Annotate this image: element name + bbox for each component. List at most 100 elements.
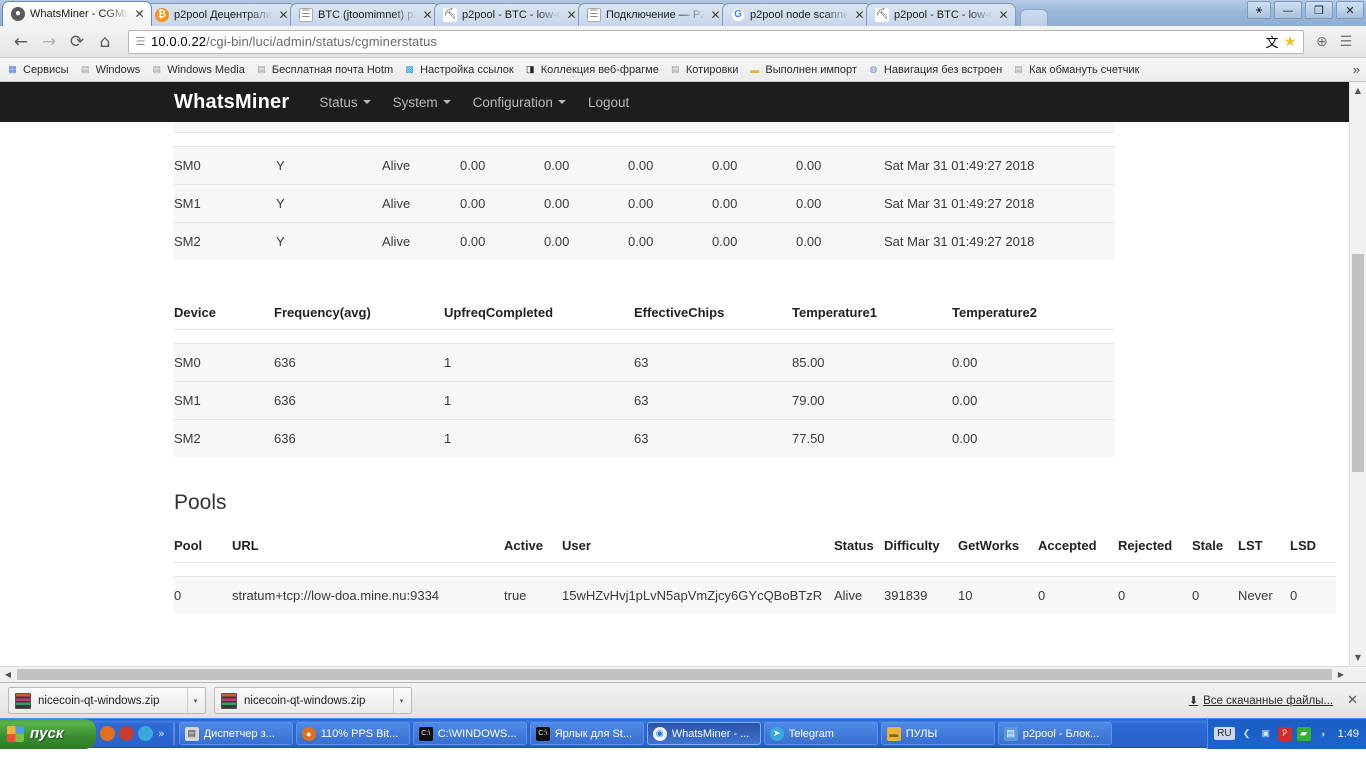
address-bar[interactable]: ☰ 10.0.0.22/cgi-bin/luci/admin/status/cg… bbox=[128, 29, 1304, 54]
tab-close-icon[interactable]: ✕ bbox=[853, 8, 866, 22]
taskbar-item-cmd-windows[interactable]: C:\ C:\WINDOWS... bbox=[412, 722, 527, 745]
taskbar-clock[interactable]: 1:49 bbox=[1338, 728, 1359, 740]
volume-icon[interactable]: ◑ bbox=[1316, 727, 1330, 741]
bookmark-windows[interactable]: ▤ Windows bbox=[79, 63, 140, 76]
bookmark-hotmail[interactable]: ▤ Бесплатная почта Hotm bbox=[255, 63, 393, 76]
download-menu-caret-icon[interactable]: ▾ bbox=[187, 688, 203, 713]
start-button[interactable]: пуск bbox=[0, 718, 96, 749]
close-download-shelf-icon[interactable]: ✕ bbox=[1347, 693, 1358, 708]
network-icon[interactable]: ▣ bbox=[1259, 727, 1273, 741]
bookmark-web-clips[interactable]: ◨ Коллекция веб-фрагме bbox=[524, 63, 659, 76]
tab-close-icon[interactable]: ✕ bbox=[133, 7, 146, 21]
home-button[interactable]: ⌂ bbox=[92, 29, 118, 55]
bookmark-star-icon[interactable]: ★ bbox=[1281, 33, 1299, 50]
nav-status[interactable]: Status bbox=[319, 95, 371, 110]
browser-tab-5[interactable]: G p2pool node scanner - ✕ bbox=[722, 3, 872, 26]
zip-file-icon bbox=[221, 692, 237, 709]
user-profile-button[interactable]: ⚹ bbox=[1247, 1, 1271, 19]
apps-grid-icon: ▦ bbox=[8, 64, 17, 74]
bookmark-windows-media[interactable]: ▤ Windows Media bbox=[150, 63, 244, 76]
browser-tab-1[interactable]: ₿ p2pool Децентрализов ✕ bbox=[146, 3, 296, 26]
show-hidden-icons-icon[interactable]: ❮ bbox=[1240, 727, 1254, 741]
tab-close-icon[interactable]: ✕ bbox=[421, 8, 434, 22]
firefox-quicklaunch-icon[interactable] bbox=[100, 726, 115, 741]
bookmark-import-done[interactable]: ▬ Выполнен импорт bbox=[748, 63, 857, 76]
browser-tab-6[interactable]: ⛏ p2pool - BTC - low-doa ✕ bbox=[866, 3, 1016, 26]
scroll-down-arrow-icon[interactable]: ▼ bbox=[1350, 649, 1366, 666]
tab-close-icon[interactable]: ✕ bbox=[565, 8, 578, 22]
show-all-downloads-link[interactable]: ⬇ Все скачанные файлы... bbox=[1189, 694, 1333, 707]
nav-configuration[interactable]: Configuration bbox=[473, 95, 566, 110]
scroll-right-arrow-icon[interactable]: ▶ bbox=[1333, 670, 1349, 679]
tab-close-icon[interactable]: ✕ bbox=[709, 8, 722, 22]
close-button[interactable]: ✕ bbox=[1336, 1, 1364, 19]
table-row[interactable]: SM0 636 1 63 85.00 0.00 bbox=[174, 342, 1114, 381]
bookmark-navigation[interactable]: ◍ Навигация без встроен bbox=[867, 63, 1002, 76]
scroll-left-arrow-icon[interactable]: ◀ bbox=[0, 670, 16, 679]
cell-lst: Never bbox=[1238, 575, 1290, 614]
browser-tab-3[interactable]: ⛏ p2pool - BTC - low-doa. ✕ bbox=[434, 3, 584, 26]
language-indicator[interactable]: RU bbox=[1214, 727, 1235, 740]
monitor-icon[interactable]: ▰ bbox=[1296, 726, 1311, 741]
horizontal-scroll-thumb[interactable] bbox=[17, 669, 1332, 680]
table-row[interactable]: SM1 636 1 63 79.00 0.00 bbox=[174, 380, 1114, 419]
cell-status: Alive bbox=[382, 183, 460, 222]
page-horizontal-scrollbar[interactable]: ◀ ▶ bbox=[0, 666, 1366, 682]
back-button[interactable]: ← bbox=[8, 29, 34, 55]
table-row[interactable]: SM2 636 1 63 77.50 0.00 bbox=[174, 418, 1114, 457]
telegram-quicklaunch-icon[interactable] bbox=[138, 726, 153, 741]
new-tab-button[interactable] bbox=[1020, 9, 1048, 26]
download-menu-caret-icon[interactable]: ▾ bbox=[393, 688, 409, 713]
minimize-button[interactable]: — bbox=[1274, 1, 1302, 19]
cell-difficulty: 391839 bbox=[884, 575, 958, 614]
cell-c4: 0.00 bbox=[712, 145, 796, 184]
table-row[interactable]: SM1 Y Alive 0.00 0.00 0.00 0.00 0.00 Sat… bbox=[174, 183, 1114, 222]
chrome-menu-icon[interactable]: ☰ bbox=[1334, 33, 1358, 50]
taskbar-item-whatsminer[interactable]: ◉ WhatsMiner - ... bbox=[646, 722, 761, 745]
taskbar-item-telegram[interactable]: ➤ Telegram bbox=[763, 722, 878, 745]
globe-icon[interactable]: ⊕ bbox=[1310, 33, 1334, 50]
nav-logout[interactable]: Logout bbox=[588, 95, 629, 110]
table-row[interactable]: SM0 Y Alive 0.00 0.00 0.00 0.00 0.00 Sat… bbox=[174, 145, 1114, 184]
page-vertical-scrollbar[interactable]: ▲ ▼ bbox=[1349, 82, 1366, 666]
site-brand[interactable]: WhatsMiner bbox=[174, 91, 289, 114]
translate-icon[interactable]: 文 bbox=[1263, 32, 1281, 51]
bookmark-apps[interactable]: ▦ Сервисы bbox=[6, 63, 68, 76]
browser-tab-4[interactable]: ☰ Подключение — P2PO ✕ bbox=[578, 3, 728, 26]
taskbar-item-pps-bit[interactable]: ● 110% PPS Bit... bbox=[295, 722, 410, 745]
tab-close-icon[interactable]: ✕ bbox=[277, 8, 290, 22]
cell-last-valid: Sat Mar 31 01:49:27 2018 bbox=[884, 183, 1114, 222]
tab-close-icon[interactable]: ✕ bbox=[997, 8, 1010, 22]
taskbar-item-pools-folder[interactable]: ▬ ПУЛЫ bbox=[880, 722, 995, 745]
cell-temp1: 77.50 bbox=[792, 418, 952, 457]
page-icon: ▤ bbox=[1014, 64, 1023, 74]
maximize-button[interactable]: ❐ bbox=[1305, 1, 1333, 19]
vertical-scroll-thumb[interactable] bbox=[1352, 254, 1364, 472]
table-row[interactable]: SM2 Y Alive 0.00 0.00 0.00 0.00 0.00 Sat… bbox=[174, 221, 1114, 260]
scroll-up-arrow-icon[interactable]: ▲ bbox=[1350, 82, 1366, 99]
taskbar-item-task-manager[interactable]: ▤ Диспетчер з... bbox=[178, 722, 293, 745]
download-item[interactable]: nicecoin-qt-windows.zip ▾ bbox=[214, 687, 412, 714]
browser-tab-0[interactable]: ● WhatsMiner - CGMiner S ✕ bbox=[2, 1, 152, 26]
download-item[interactable]: nicecoin-qt-windows.zip ▾ bbox=[8, 687, 206, 714]
browser-tab-2[interactable]: ☰ BTC (jtoomimnet) p2poo ✕ bbox=[290, 3, 440, 26]
show-all-downloads-label: Все скачанные файлы... bbox=[1203, 694, 1334, 707]
folder-icon: ▬ bbox=[886, 726, 901, 741]
bookmark-quotes[interactable]: ▤ Котировки bbox=[669, 63, 738, 76]
bookmark-counter-hack[interactable]: ▤ Как обмануть счетчик bbox=[1012, 63, 1139, 76]
cell-getworks: 10 bbox=[958, 575, 1038, 614]
bookmarks-overflow-icon[interactable]: » bbox=[1353, 62, 1360, 77]
opera-quicklaunch-icon[interactable] bbox=[119, 726, 134, 741]
nav-system[interactable]: System bbox=[393, 95, 451, 110]
page-icon: ▤ bbox=[257, 64, 266, 74]
quicklaunch-overflow-icon[interactable]: » bbox=[158, 727, 165, 740]
header-active: Active bbox=[504, 528, 562, 563]
bookmark-links-setup[interactable]: ▩ Настройка ссылок bbox=[403, 63, 513, 76]
telegram-icon: ➤ bbox=[769, 726, 784, 741]
antivirus-icon[interactable]: Ꭾ bbox=[1277, 726, 1292, 741]
forward-button[interactable]: → bbox=[36, 29, 62, 55]
taskbar-item-p2pool-notepad[interactable]: ▤ p2pool - Блок... bbox=[997, 722, 1112, 745]
reload-button[interactable]: ⟳ bbox=[64, 29, 90, 55]
taskbar-item-shortcut-st[interactable]: C:\ Ярлык для St... bbox=[529, 722, 644, 745]
table-row[interactable]: 0 stratum+tcp://low-doa.mine.nu:9334 tru… bbox=[174, 575, 1336, 614]
